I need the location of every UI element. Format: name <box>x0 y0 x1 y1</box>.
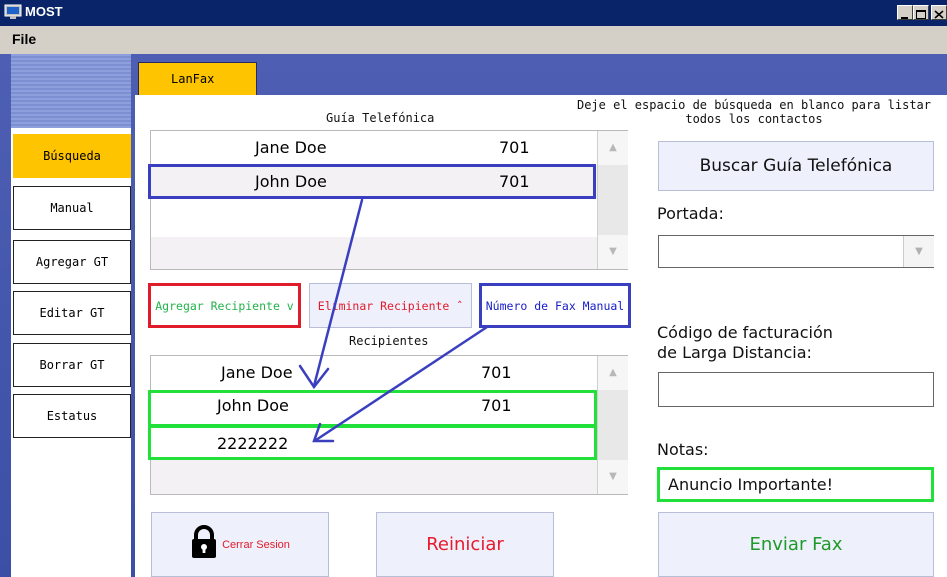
nav-agregar-gt[interactable]: Agregar GT <box>13 240 131 284</box>
recipient-number: 701 <box>481 363 512 382</box>
list-item[interactable]: Jane Doe 701 <box>151 356 599 390</box>
reset-button[interactable]: Reiniciar <box>376 512 554 577</box>
highlight-added-recipient <box>148 390 597 427</box>
maximize-button[interactable] <box>913 5 929 20</box>
cover-label: Portada: <box>657 204 724 223</box>
menu-file[interactable]: File <box>12 31 36 47</box>
logout-button[interactable]: Cerrar Sesion <box>151 512 329 577</box>
nav-editar-gt[interactable]: Editar GT <box>13 291 131 335</box>
billing-label: Código de facturación de Larga Distancia… <box>657 323 833 362</box>
send-fax-button[interactable]: Enviar Fax <box>658 512 934 577</box>
list-item <box>151 199 599 237</box>
highlight-selected-contact <box>148 164 596 199</box>
phonebook-scrollbar[interactable]: ▲ ▼ <box>597 131 628 269</box>
lock-icon <box>190 525 218 564</box>
list-item[interactable]: Jane Doe 701 <box>151 131 599 165</box>
manual-fax-button[interactable]: Número de Fax Manual <box>479 283 631 328</box>
scroll-up-icon[interactable]: ▲ <box>598 356 628 390</box>
highlight-manual-recipient <box>148 425 597 460</box>
add-recipient-button[interactable]: Agregar Recipiente v <box>148 283 301 328</box>
cover-select[interactable]: ▼ <box>658 235 934 268</box>
contact-number: 701 <box>499 138 530 157</box>
billing-code-input[interactable] <box>658 372 934 407</box>
logout-label: Cerrar Sesion <box>222 538 290 551</box>
phonebook-title: Guía Telefónica <box>326 111 435 125</box>
scroll-up-icon[interactable]: ▲ <box>598 131 628 165</box>
minimize-button[interactable] <box>897 5 913 20</box>
menu-bar: File <box>0 26 947 54</box>
notes-value: Anuncio Importante! <box>668 475 834 494</box>
nav-manual[interactable]: Manual <box>13 186 131 230</box>
tab-lanfax[interactable]: LanFax <box>138 62 257 95</box>
phonebook-list[interactable]: Jane Doe 701 John Doe 701 ▲ ▼ <box>150 130 628 270</box>
scroll-down-icon[interactable]: ▼ <box>598 235 628 269</box>
title-bar: MOST <box>0 0 947 26</box>
chevron-down-icon[interactable]: ▼ <box>903 236 934 267</box>
window-title: MOST <box>25 4 63 19</box>
notes-input[interactable]: Anuncio Importante! <box>657 467 934 502</box>
nav-busqueda[interactable]: Búsqueda <box>13 134 131 178</box>
remove-recipient-button[interactable]: Eliminar Recipiente ˆ <box>309 283 472 328</box>
search-phonebook-button[interactable]: Buscar Guía Telefónica <box>658 141 934 191</box>
search-hint: Deje el espacio de búsqueda en blanco pa… <box>576 98 931 126</box>
recipient-name: Jane Doe <box>221 363 293 382</box>
nav-borrar-gt[interactable]: Borrar GT <box>13 343 131 387</box>
close-button[interactable] <box>931 5 947 20</box>
nav-estatus[interactable]: Estatus <box>13 394 131 438</box>
contact-name: Jane Doe <box>255 138 327 157</box>
scroll-down-icon[interactable]: ▼ <box>598 460 628 494</box>
recipients-scrollbar[interactable]: ▲ ▼ <box>597 356 628 494</box>
notes-label: Notas: <box>657 440 709 459</box>
recipients-title: Recipientes <box>349 334 429 348</box>
computer-icon <box>4 4 22 20</box>
